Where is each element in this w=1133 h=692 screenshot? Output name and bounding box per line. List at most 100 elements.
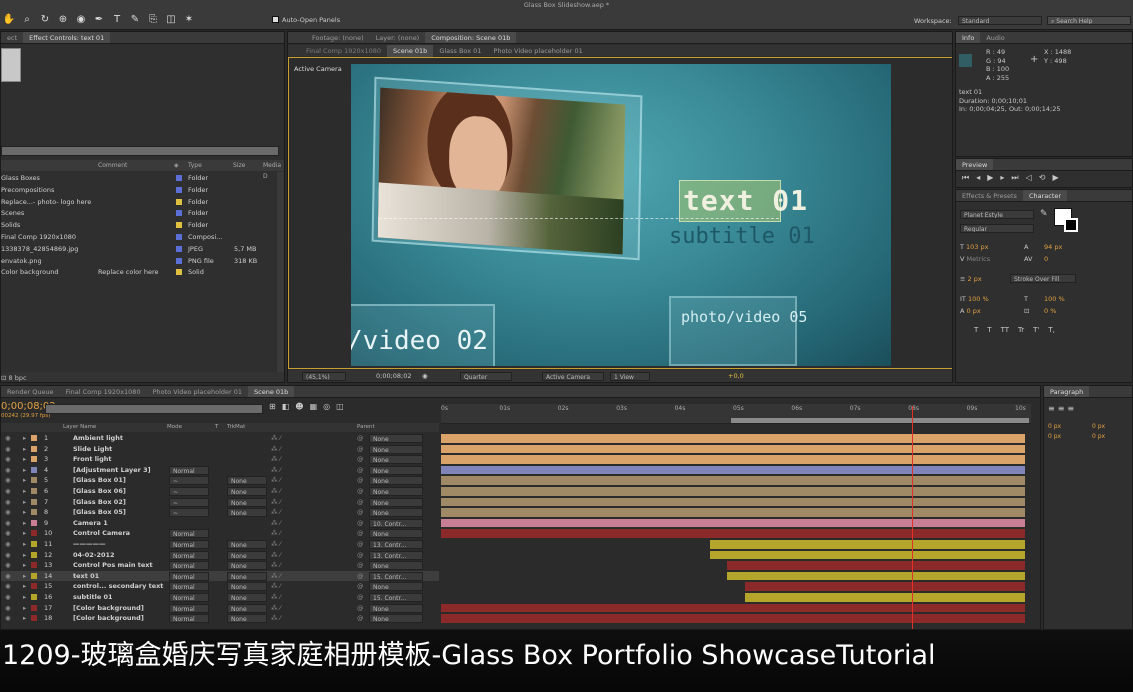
layer-trkmat-select[interactable]: None — [227, 582, 267, 592]
expand-arrow-icon[interactable]: ▸ — [23, 613, 26, 624]
layer-label-color[interactable] — [31, 445, 37, 452]
layer-row[interactable]: ◉ ▸ 15 control... secondary text Normal None ⁂… — [1, 581, 439, 592]
visibility-eye-icon[interactable]: ◉ — [5, 603, 11, 614]
layer-mode-select[interactable]: ~ — [169, 508, 209, 518]
search-help-input[interactable]: ⌕ Search Help — [1047, 16, 1131, 25]
layer-label-color[interactable] — [31, 615, 37, 622]
pickwhip-icon[interactable]: @ — [357, 539, 364, 550]
h-scale-value[interactable]: 100 % — [1044, 294, 1065, 304]
exposure-value[interactable]: +0,0 — [728, 370, 744, 382]
layer-trkmat-select[interactable]: None — [227, 540, 267, 549]
layer-row[interactable]: ◉ ▸ 9 Camera 1 ⁂ ⁄ @10. Contr... — [1, 518, 439, 529]
layer-row[interactable]: ◉ ▸ 5 [Glass Box 01] ~ None ⁂ ⁄ @ None — [1, 475, 439, 486]
visibility-eye-icon[interactable]: ◉ — [5, 497, 11, 508]
visibility-eye-icon[interactable]: ◉ — [5, 518, 11, 529]
tab-effects-presets[interactable]: Effects & Presets — [956, 190, 1023, 201]
draft3d-icon[interactable]: ◧ — [282, 402, 296, 411]
last-frame-icon[interactable]: ⏭ — [1011, 173, 1025, 182]
layer-duration-bar[interactable] — [441, 508, 1025, 517]
layer-switches[interactable]: ⁂ ⁄ — [271, 465, 281, 476]
eraser-tool-icon[interactable]: ◫ — [164, 13, 178, 27]
align-right-icon[interactable]: ≡ — [1067, 404, 1077, 413]
column-comment[interactable]: Comment — [98, 160, 127, 171]
clone-tool-icon[interactable]: ⎘ — [146, 13, 160, 27]
layer-name[interactable]: [Glass Box 01] — [73, 475, 165, 486]
layer-duration-bar[interactable] — [709, 550, 1025, 560]
layer-mode-select[interactable]: Normal — [169, 529, 209, 539]
play-icon[interactable]: ▶ — [987, 173, 1000, 182]
layer-mode-select[interactable]: Normal — [169, 603, 209, 613]
layer-name[interactable]: [Adjustment Layer 3] — [73, 465, 165, 476]
faux-italic-button[interactable]: T — [987, 326, 991, 334]
layer-mode-select[interactable]: Normal — [169, 582, 209, 592]
pickwhip-icon[interactable]: @ — [357, 454, 364, 465]
expand-arrow-icon[interactable]: ▸ — [23, 497, 26, 508]
layer-label-color[interactable] — [31, 456, 37, 463]
layer-row[interactable]: ◉ ▸ 2 Slide Light ⁂ ⁄ @ None — [1, 444, 439, 455]
tab-paragraph[interactable]: Paragraph — [1044, 386, 1090, 397]
tab-scene[interactable]: Scene 01b — [248, 386, 295, 397]
layer-duration-bar[interactable] — [744, 582, 1025, 591]
layer-name[interactable]: [Glass Box 02] — [73, 497, 165, 508]
layer-row[interactable]: ◉ ▸ 11 ————— Normal None ⁂ ⁄ @13. Contr... — [1, 539, 439, 550]
time-ruler[interactable]: 0s 01s 02s 03s 04s 05s 06s 07s 08s 09s 10s — [441, 404, 1031, 424]
faux-bold-button[interactable]: T — [974, 326, 978, 334]
layer-row[interactable]: ◉ ▸ 10 Control Camera Normal ⁂ ⁄ @ None — [1, 528, 439, 539]
layer-switches[interactable]: ⁂ ⁄ — [271, 528, 281, 539]
layer-trkmat-select[interactable]: None — [227, 571, 267, 581]
layer-mode-select[interactable]: Normal — [169, 571, 209, 581]
layer-parent-select[interactable]: None — [369, 465, 423, 475]
layer-duration-bar[interactable] — [441, 444, 1025, 454]
layer-duration-bar[interactable] — [709, 540, 1025, 549]
tsume-value[interactable]: 0 % — [1044, 306, 1056, 316]
align-center-icon[interactable]: ≡ — [1058, 404, 1068, 413]
layer-trkmat-select[interactable]: None — [227, 593, 267, 602]
layer-row[interactable]: ◉ ▸ 7 [Glass Box 02] ~ None ⁂ ⁄ @ None — [1, 497, 439, 508]
layer-row[interactable]: ◉ ▸ 8 [Glass Box 05] ~ None ⁂ ⁄ @ None — [1, 507, 439, 518]
layer-label-color[interactable] — [31, 572, 37, 579]
expand-arrow-icon[interactable]: ▸ — [23, 539, 26, 550]
project-item[interactable]: Final Comp 1920x1080 Composi... — [1, 232, 279, 243]
layer-label-color[interactable] — [31, 541, 37, 547]
layer-name[interactable]: control... secondary text — [73, 581, 165, 592]
layer-switches[interactable]: ⁂ ⁄ — [271, 433, 281, 444]
motion-blur-icon[interactable]: ◎ — [323, 402, 336, 411]
stroke-type-select[interactable]: Stroke Over Fill — [1010, 274, 1076, 283]
zoom-select[interactable]: (45,1%) — [302, 372, 346, 381]
visibility-eye-icon[interactable]: ◉ — [5, 507, 11, 518]
layer-row[interactable]: ◉ ▸ 13 Control Pos main text Normal None ⁂ ⁄ @ N… — [1, 560, 439, 571]
visibility-eye-icon[interactable]: ◉ — [5, 528, 11, 539]
layer-label-color[interactable] — [31, 562, 37, 569]
eyedropper-icon[interactable]: ✎ — [1040, 209, 1048, 219]
pickwhip-icon[interactable]: @ — [357, 475, 364, 486]
expand-arrow-icon[interactable]: ▸ — [23, 571, 26, 582]
shy-icon[interactable]: ☻ — [295, 402, 309, 411]
pickwhip-icon[interactable]: @ — [357, 613, 364, 624]
pickwhip-icon[interactable]: @ — [357, 560, 364, 571]
tab-composition[interactable]: Composition: Scene 01b — [425, 32, 517, 43]
layer-name[interactable]: Front light — [73, 454, 165, 465]
layer-name[interactable]: Control Pos main text — [73, 560, 165, 571]
ram-preview-icon[interactable]: ▶ — [1052, 173, 1065, 182]
layer-switches[interactable]: ⁂ ⁄ — [271, 560, 281, 571]
layer-switches[interactable]: ⁂ ⁄ — [271, 486, 281, 497]
column-trkmat[interactable]: TrkMat — [227, 423, 245, 432]
layer-label-color[interactable] — [31, 435, 37, 441]
resolution-select[interactable]: Quarter — [460, 372, 512, 381]
layer-name[interactable]: [Glass Box 05] — [73, 507, 165, 518]
pickwhip-icon[interactable]: @ — [357, 581, 364, 592]
layer-switches[interactable]: ⁂ ⁄ — [271, 454, 281, 465]
rotate-tool-icon[interactable]: ↻ — [38, 13, 52, 27]
tab-info[interactable]: Info — [956, 32, 981, 43]
project-item[interactable]: Glass Boxes Folder — [1, 173, 279, 184]
visibility-eye-icon[interactable]: ◉ — [5, 433, 11, 444]
layer-name[interactable]: Slide Light — [73, 444, 165, 455]
tab-effect-controls[interactable]: Effect Controls: text 01 — [23, 32, 111, 43]
layer-trkmat-select[interactable]: None — [227, 614, 267, 624]
pickwhip-icon[interactable]: @ — [357, 486, 364, 497]
camera-tool-icon[interactable]: ⊕ — [56, 13, 70, 27]
loop-icon[interactable]: ⟲ — [1039, 173, 1053, 182]
first-frame-icon[interactable]: ⏮ — [962, 173, 976, 182]
pickwhip-icon[interactable]: @ — [357, 550, 364, 561]
pickwhip-icon[interactable]: @ — [357, 497, 364, 508]
